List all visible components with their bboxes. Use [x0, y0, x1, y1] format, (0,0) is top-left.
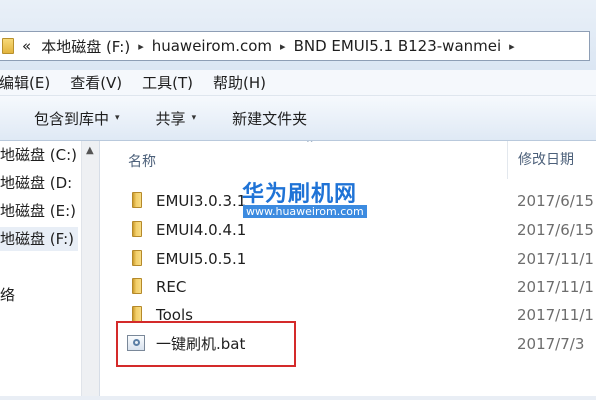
breadcrumb-drive[interactable]: 本地磁盘 (F:) [39, 36, 132, 57]
share-button[interactable]: 共享 ▾ [152, 108, 201, 129]
breadcrumb-site[interactable]: huaweirom.com [150, 37, 274, 55]
navigation-pane: 地磁盘 (C:) 地磁盘 (D: 地磁盘 (E:) 地磁盘 (F:) 络 ▲ [0, 141, 100, 400]
table-row[interactable]: REC 2017/11/1 [100, 272, 596, 301]
nav-drive-c[interactable]: 地磁盘 (C:) [0, 143, 77, 167]
scroll-up-icon[interactable]: ▲ [86, 145, 94, 156]
sort-arrow-icon: ^ [306, 141, 314, 149]
table-row[interactable]: EMUI3.0.3.1 2017/6/15 [100, 186, 596, 215]
include-in-library-button[interactable]: 包含到库中 ▾ [30, 108, 124, 129]
table-row[interactable]: EMUI5.0.5.1 2017/11/1 [100, 244, 596, 273]
bottom-edge [0, 396, 596, 400]
chevron-right-icon[interactable]: ▸ [138, 40, 144, 53]
nav-drive-f[interactable]: 地磁盘 (F:) [0, 227, 78, 251]
new-folder-label: 新建文件夹 [232, 109, 308, 128]
share-label: 共享 [155, 109, 186, 128]
command-toolbar: 包含到库中 ▾ 共享 ▾ 新建文件夹 [0, 96, 596, 141]
address-bar-area: « 本地磁盘 (F:) ▸ huaweirom.com ▸ BND EMUI5.… [0, 0, 596, 70]
nav-drive-e[interactable]: 地磁盘 (E:) [0, 199, 76, 223]
file-date: 2017/6/15 [517, 220, 594, 239]
column-name[interactable]: 名称 [128, 151, 156, 171]
table-row[interactable]: EMUI4.0.4.1 2017/6/15 [100, 215, 596, 244]
file-date: 2017/11/1 [517, 277, 594, 296]
menu-edit[interactable]: 编辑(E) [0, 72, 51, 93]
file-date: 2017/11/1 [517, 305, 594, 324]
menu-view[interactable]: 查看(V) [69, 72, 123, 93]
address-bar[interactable]: « 本地磁盘 (F:) ▸ huaweirom.com ▸ BND EMUI5.… [0, 31, 590, 61]
column-date-modified[interactable]: 修改日期 [507, 141, 574, 179]
new-folder-button[interactable]: 新建文件夹 [228, 108, 311, 129]
folder-icon [128, 306, 146, 322]
folder-icon [2, 38, 14, 54]
menu-help[interactable]: 帮助(H) [212, 72, 267, 93]
highlight-annotation [116, 321, 296, 367]
nav-scrollbar[interactable]: ▲ [81, 141, 99, 400]
file-name: EMUI4.0.4.1 [156, 220, 247, 239]
file-name: EMUI5.0.5.1 [156, 249, 247, 268]
folder-icon [128, 192, 146, 208]
breadcrumb-folder[interactable]: BND EMUI5.1 B123-wanmei [292, 37, 504, 55]
breadcrumb-overflow[interactable]: « [22, 37, 31, 55]
nav-network[interactable]: 络 [0, 283, 15, 307]
caret-down-icon: ▾ [191, 113, 197, 123]
menu-tools[interactable]: 工具(T) [141, 72, 194, 93]
column-header: ^ 名称 修改日期 [100, 141, 596, 179]
chevron-right-icon[interactable]: ▸ [280, 40, 286, 53]
folder-icon [128, 250, 146, 266]
folder-icon [128, 221, 146, 237]
chevron-right-icon[interactable]: ▸ [509, 40, 515, 53]
file-name: EMUI3.0.3.1 [156, 191, 247, 210]
file-date: 2017/6/15 [517, 191, 594, 210]
folder-icon [128, 278, 146, 294]
caret-down-icon: ▾ [115, 113, 120, 123]
file-date: 2017/7/3 [517, 334, 585, 353]
file-name: REC [156, 277, 187, 296]
include-in-library-label: 包含到库中 [34, 109, 110, 128]
file-list: ^ 名称 修改日期 EMUI3.0.3.1 2017/6/15 EMUI4.0.… [100, 141, 596, 400]
menu-bar: 编辑(E) 查看(V) 工具(T) 帮助(H) [0, 70, 596, 96]
nav-drive-d[interactable]: 地磁盘 (D: [0, 171, 72, 195]
file-date: 2017/11/1 [517, 249, 594, 268]
